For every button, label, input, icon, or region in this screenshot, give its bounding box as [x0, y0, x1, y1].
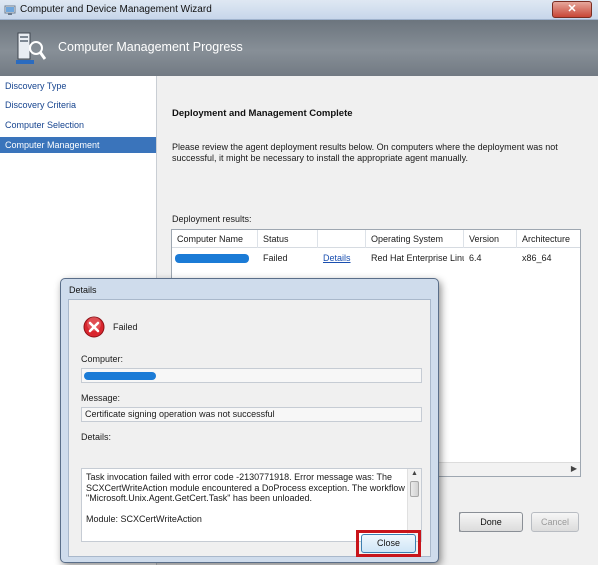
wizard-header-icon	[16, 32, 46, 64]
close-icon: ✕	[567, 3, 577, 15]
content-description: Please review the agent deployment resul…	[172, 142, 558, 163]
computer-field-redaction	[84, 372, 156, 380]
cell-computer-name	[172, 250, 258, 266]
close-button[interactable]: Close	[361, 534, 416, 553]
failed-status-label: Failed	[113, 322, 138, 332]
nav-item-computer-selection[interactable]: Computer Selection	[0, 117, 156, 133]
column-header-status[interactable]: Status	[258, 230, 318, 248]
dialog-body: Failed Computer: Message: Certificate si…	[68, 299, 431, 557]
computer-field[interactable]	[81, 368, 422, 383]
scroll-up-icon[interactable]: ▲	[411, 470, 418, 477]
details-label: Details:	[81, 432, 112, 442]
nav-item-computer-management[interactable]: Computer Management	[0, 137, 156, 153]
cell-architecture: x86_64	[522, 253, 552, 263]
message-label: Message:	[81, 393, 121, 403]
computer-label: Computer:	[81, 354, 124, 364]
window-title: Computer and Device Management Wizard	[20, 4, 212, 15]
details-link[interactable]: Details	[318, 250, 366, 266]
window-close-button[interactable]: ✕	[552, 1, 592, 18]
column-header-details[interactable]	[318, 230, 366, 248]
error-icon	[83, 316, 105, 338]
column-header-operating-system[interactable]: Operating System	[366, 230, 464, 248]
window-titlebar: Computer and Device Management Wizard ✕	[0, 0, 598, 20]
wizard-page-title: Computer Management Progress	[58, 40, 243, 54]
done-button[interactable]: Done	[459, 512, 523, 532]
nav-item-discovery-type[interactable]: Discovery Type	[0, 78, 156, 94]
cell-operating-system: Red Hat Enterprise Linux	[371, 253, 464, 263]
cell-status: Failed	[263, 253, 288, 263]
wizard-app-icon	[4, 5, 16, 15]
scroll-thumb[interactable]	[410, 481, 419, 497]
cancel-button[interactable]: Cancel	[531, 512, 579, 532]
dialog-title: Details	[69, 285, 97, 295]
results-label: Deployment results:	[172, 214, 252, 224]
nav-item-discovery-criteria[interactable]: Discovery Criteria	[0, 97, 156, 113]
table-header: Computer Name Status Operating System Ve…	[172, 230, 580, 248]
column-header-computer-name[interactable]: Computer Name	[172, 230, 258, 248]
scroll-right-icon[interactable]: ▶	[571, 464, 577, 473]
details-dialog: Details Failed Computer: Message: Certif…	[60, 278, 439, 563]
details-text: Task invocation failed with error code -…	[86, 472, 405, 524]
cell-version: 6.4	[469, 253, 482, 263]
column-header-version[interactable]: Version	[464, 230, 517, 248]
wizard-header: Computer Management Progress	[0, 20, 598, 76]
column-header-architecture[interactable]: Architecture	[517, 230, 580, 248]
message-field[interactable]: Certificate signing operation was not su…	[81, 407, 422, 422]
content-heading: Deployment and Management Complete	[172, 108, 353, 119]
